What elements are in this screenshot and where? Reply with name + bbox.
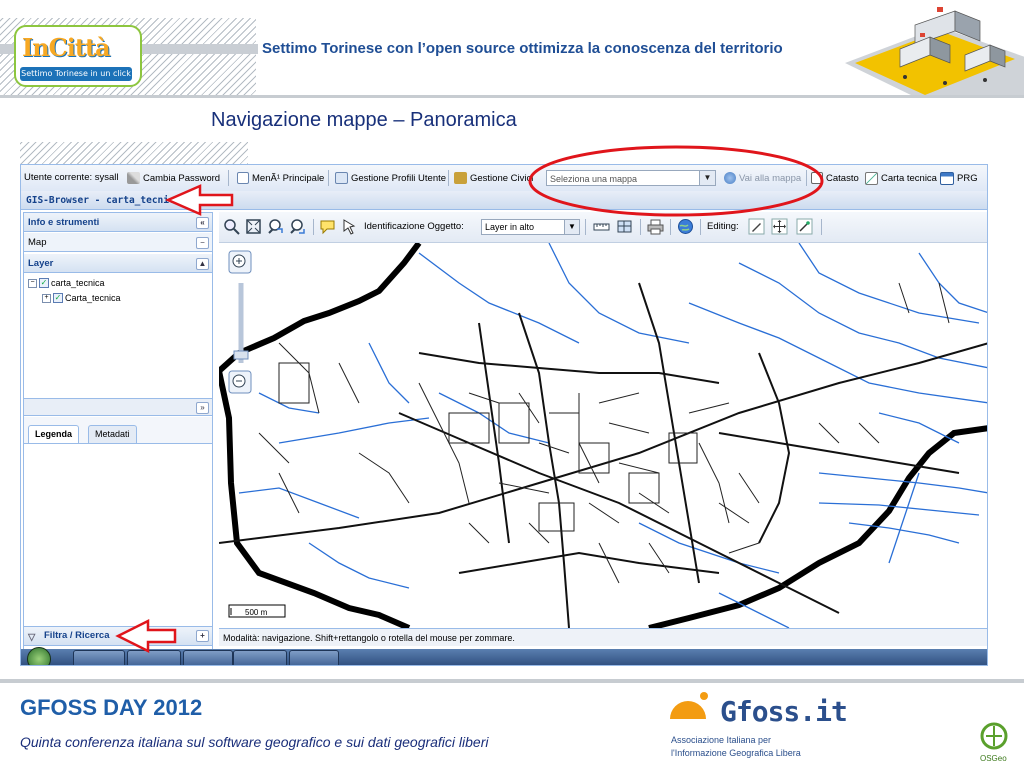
osgeo-label: OSGeo — [980, 754, 1007, 763]
highlight-ellipse — [528, 145, 824, 217]
osgeo-logo: OSGeo — [980, 722, 1008, 763]
annotation-layer — [115, 145, 824, 654]
footer-subtitle: Quinta conferenza italiana sul software … — [20, 734, 489, 750]
gfoss-brand: Gfoss.it — [720, 695, 848, 728]
arrow-to-window-title-icon — [164, 184, 234, 216]
gfoss-sun-icon — [670, 701, 706, 719]
gfoss-association: Associazione Italiana per l'Informazione… — [671, 735, 801, 758]
arrow-to-filter-icon — [115, 618, 177, 654]
footer-divider — [0, 679, 1024, 683]
footer-title: GFOSS DAY 2012 — [20, 695, 203, 720]
